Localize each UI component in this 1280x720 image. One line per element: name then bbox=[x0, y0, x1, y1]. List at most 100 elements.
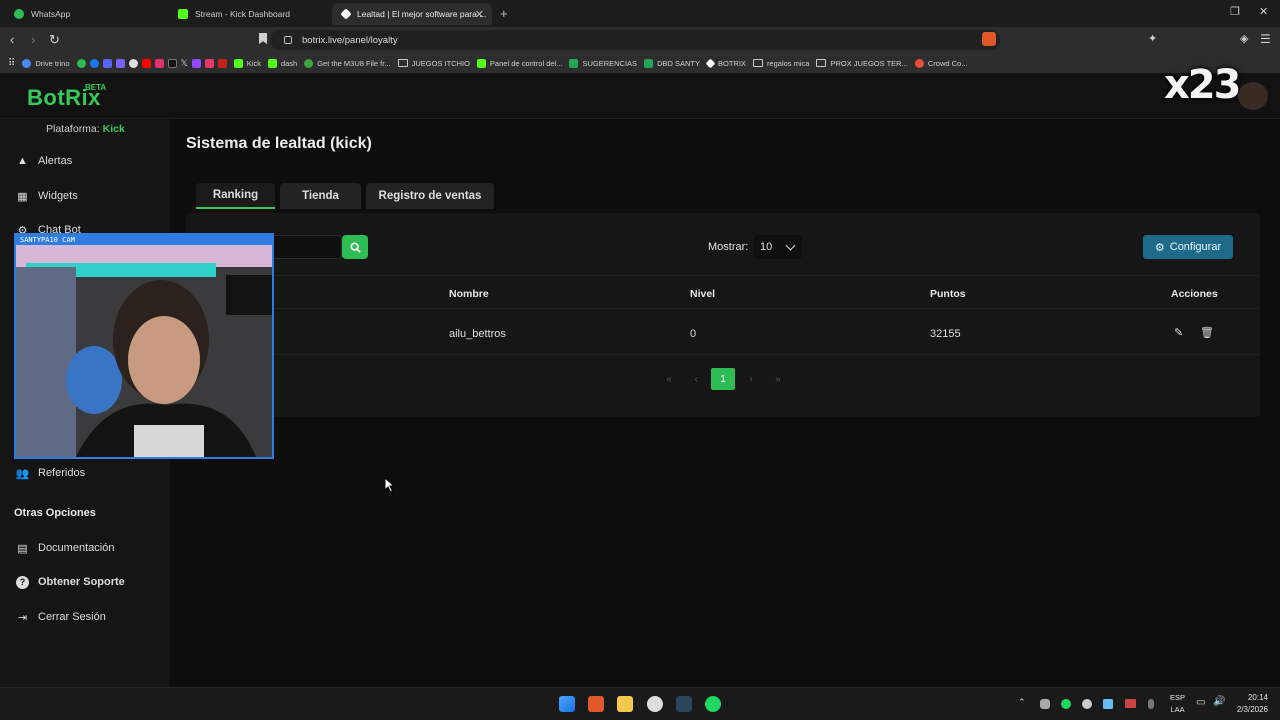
search-icon bbox=[349, 241, 361, 253]
youtube-icon bbox=[141, 58, 151, 68]
bookmark-icon[interactable] bbox=[259, 33, 267, 44]
spotify-tray-icon[interactable] bbox=[1061, 699, 1071, 709]
new-tab-icon[interactable]: + bbox=[500, 6, 508, 21]
browser-tab-bar: WhatsApp Stream - Kick Dashboard Lealtad… bbox=[0, 0, 1280, 27]
bookmark-item[interactable]: DBD SANTY bbox=[644, 58, 700, 68]
browser-tab-label: Stream - Kick Dashboard bbox=[195, 9, 290, 19]
kick-icon bbox=[233, 58, 243, 68]
sidebar-item-obtener-soporte[interactable]: ? Obtener Soporte bbox=[16, 572, 125, 592]
table-divider bbox=[186, 275, 1260, 276]
bookmark-item[interactable]: dash bbox=[267, 58, 297, 68]
sidebar-item-widgets[interactable]: ▦ Widgets bbox=[16, 186, 77, 206]
site-info-icon[interactable] bbox=[284, 36, 292, 44]
bookmark-item[interactable]: SUGERENCIAS bbox=[569, 58, 637, 68]
platform-indicator: Plataforma: Kick bbox=[46, 123, 125, 135]
bookmark-item[interactable]: Kick bbox=[233, 58, 261, 68]
app-tray-icon[interactable] bbox=[1082, 699, 1092, 709]
bookmarks-bar: ⠿ Drive trino 𝕏 Kick dash Get the M3U8 F… bbox=[0, 53, 1280, 73]
bookmark-item[interactable]: PROX JUEGOS TER... bbox=[816, 59, 908, 68]
last-page-icon[interactable]: » bbox=[766, 368, 790, 390]
trash-icon[interactable]: 🗑 bbox=[1200, 326, 1214, 339]
tab-tienda[interactable]: Tienda bbox=[280, 183, 361, 209]
whatsapp-icon bbox=[14, 9, 24, 19]
search-button[interactable] bbox=[342, 235, 368, 259]
spotify-icon[interactable] bbox=[705, 696, 721, 712]
edit-icon[interactable]: ✎ bbox=[1174, 326, 1183, 339]
previous-page-icon[interactable]: ‹ bbox=[684, 368, 708, 390]
brave-shields-icon[interactable] bbox=[982, 32, 996, 46]
drive-icon bbox=[22, 58, 32, 68]
sidebar-item-referidos[interactable]: 👥 Referidos bbox=[16, 463, 85, 483]
reload-icon[interactable]: ↻ bbox=[49, 32, 60, 48]
microphone-icon[interactable] bbox=[1148, 699, 1154, 709]
file-explorer-icon[interactable] bbox=[617, 696, 633, 712]
tab-ranking[interactable]: Ranking bbox=[196, 183, 275, 209]
cell-puntos: 32155 bbox=[930, 328, 961, 340]
input-language[interactable]: ESP LAA bbox=[1170, 692, 1185, 716]
clock-time: 20:14 bbox=[1247, 693, 1268, 702]
botrix-icon bbox=[340, 8, 352, 20]
discord-tray-icon[interactable] bbox=[1040, 699, 1050, 709]
obs-icon[interactable] bbox=[647, 696, 663, 712]
url-text: botrix.live/panel/loyalty bbox=[302, 34, 398, 46]
webcam-video bbox=[16, 245, 272, 457]
sidebar-item-documentacion[interactable]: ▤ Documentación bbox=[16, 538, 114, 558]
sidebar-item-label: Referidos bbox=[38, 467, 86, 479]
volume-icon[interactable]: 🔊 bbox=[1213, 696, 1225, 707]
back-icon[interactable]: ‹ bbox=[10, 32, 14, 47]
first-page-icon[interactable]: « bbox=[657, 368, 681, 390]
forward-icon[interactable]: › bbox=[31, 32, 35, 47]
app-tray-icon[interactable] bbox=[1125, 699, 1136, 708]
tab-registro-de-ventas[interactable]: Registro de ventas bbox=[366, 183, 494, 209]
show-count-select[interactable]: 10 bbox=[754, 235, 802, 259]
close-window-icon[interactable]: ✕ bbox=[1259, 5, 1268, 18]
sidebar-item-alertas[interactable]: ▲ Alertas bbox=[16, 151, 72, 171]
configure-button[interactable]: ⚙ Configurar bbox=[1143, 235, 1233, 259]
close-tab-icon[interactable]: ✕ bbox=[475, 8, 484, 21]
network-icon[interactable]: ▭ bbox=[1196, 697, 1205, 708]
menu-icon[interactable]: ☰ bbox=[1260, 32, 1271, 46]
bookmark-item[interactable]: BOTRIX bbox=[705, 58, 746, 68]
logout-icon: ⇥ bbox=[17, 611, 28, 624]
windows-start-icon[interactable] bbox=[559, 696, 575, 712]
ranking-panel: Mostrar: 10 ⚙ Configurar Nombre Nivel Pu… bbox=[186, 213, 1260, 417]
brave-icon[interactable] bbox=[588, 696, 604, 712]
bookmark-item[interactable]: Drive trino bbox=[22, 58, 70, 68]
maximize-icon[interactable]: ❐ bbox=[1230, 5, 1240, 18]
bookmark-icons-group[interactable]: 𝕏 bbox=[76, 58, 227, 69]
bookmark-item[interactable]: Panel de control del... bbox=[476, 58, 562, 68]
webcam-overlay: SANTYPA10 CAM bbox=[14, 233, 274, 459]
threads-icon bbox=[128, 58, 138, 68]
extensions-icon[interactable]: ✦ bbox=[1148, 32, 1157, 45]
browser-tab-label: Lealtad | El mejor software para ... bbox=[357, 9, 487, 19]
url-field[interactable]: botrix.live/panel/loyalty bbox=[270, 30, 1000, 50]
wallet-icon[interactable]: ◈ bbox=[1240, 32, 1248, 45]
browser-tab-kick[interactable]: Stream - Kick Dashboard bbox=[168, 3, 328, 25]
page-button-current[interactable]: 1 bbox=[711, 368, 735, 390]
steam-icon[interactable] bbox=[676, 696, 692, 712]
help-icon: ? bbox=[16, 575, 29, 589]
apps-icon[interactable]: ⠿ bbox=[8, 58, 15, 69]
messenger-icon bbox=[89, 58, 99, 68]
clock-date: 2/3/2026 bbox=[1236, 705, 1268, 714]
bookmark-item[interactable]: JUEGOS ITCHIO bbox=[397, 59, 470, 68]
sidebar-item-label: Documentación bbox=[38, 542, 115, 554]
browser-tab-whatsapp[interactable]: WhatsApp bbox=[4, 3, 164, 25]
chevron-up-icon[interactable]: ⌃ bbox=[1018, 697, 1026, 708]
clock[interactable]: 20:14 2/3/2026 bbox=[1237, 692, 1268, 716]
bookmark-item[interactable]: Crowd Co... bbox=[914, 58, 967, 68]
cell-nivel: 0 bbox=[690, 328, 697, 340]
bookmark-item[interactable]: Get the M3U8 File fr... bbox=[304, 58, 391, 68]
table-divider bbox=[186, 308, 1260, 309]
taskbar: ⌃ ESP LAA ▭ 🔊 20:14 2/3/2026 bbox=[0, 687, 1280, 720]
twitch-icon bbox=[191, 58, 201, 68]
next-page-icon[interactable]: › bbox=[739, 368, 763, 390]
sidebar-item-cerrar-sesion[interactable]: ⇥ Cerrar Sesión bbox=[16, 607, 106, 627]
bookmark-item[interactable]: regalos mica bbox=[752, 59, 809, 68]
whatsapp-icon bbox=[76, 58, 86, 68]
steam-tray-icon[interactable] bbox=[1103, 699, 1113, 709]
avatar[interactable] bbox=[1238, 82, 1268, 110]
cell-nombre: ailu_bettros bbox=[449, 328, 506, 340]
browser-tab-botrix[interactable]: Lealtad | El mejor software para ... ✕ bbox=[332, 3, 492, 25]
instagram-icon bbox=[154, 58, 164, 68]
